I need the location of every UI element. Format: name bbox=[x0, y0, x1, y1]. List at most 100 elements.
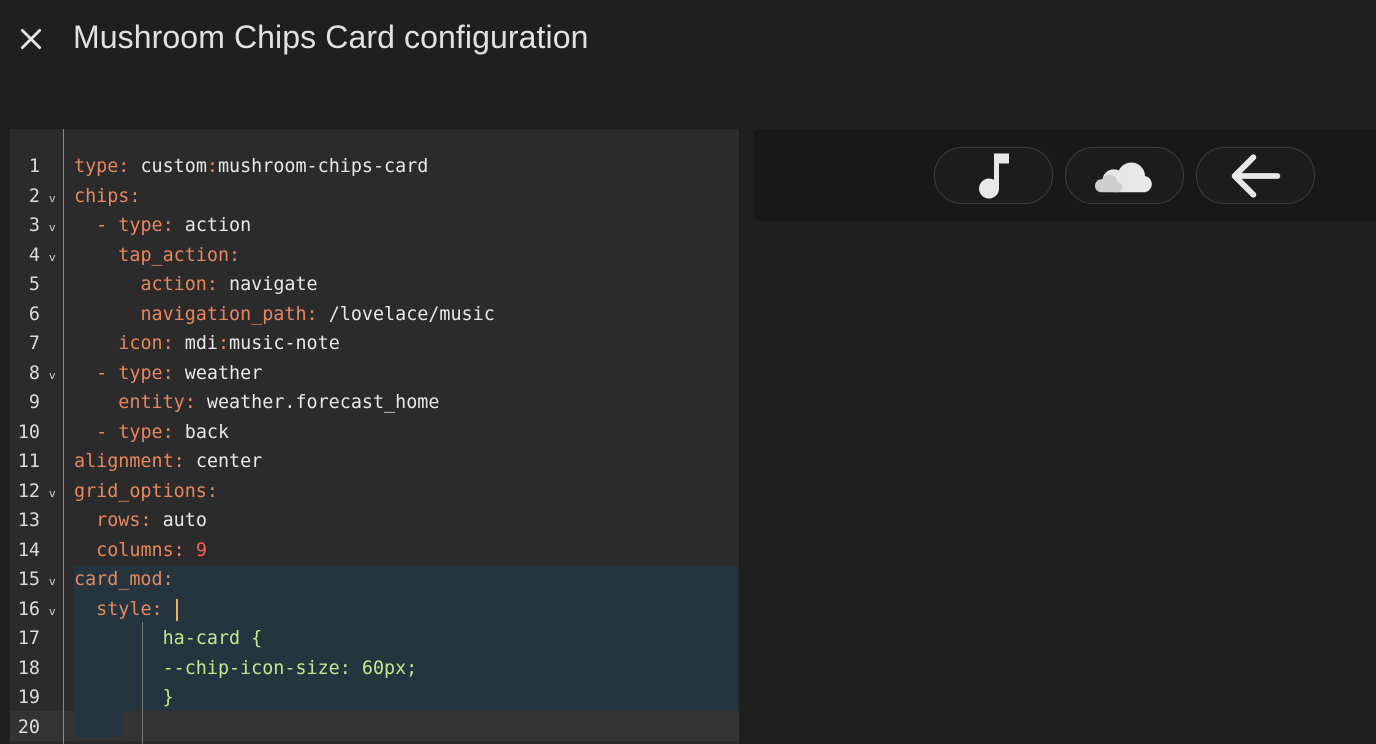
text-cursor bbox=[175, 598, 178, 621]
code-token: : bbox=[306, 303, 329, 325]
code-token: back bbox=[184, 421, 230, 443]
code-token: - bbox=[96, 215, 119, 236]
code-token: columns bbox=[96, 539, 174, 561]
fold-chevron-icon[interactable]: v bbox=[49, 192, 56, 206]
line-number: 19 bbox=[17, 687, 40, 708]
dialog-title: Mushroom Chips Card configuration bbox=[73, 19, 589, 55]
code-text: icon: mdi:music-note bbox=[74, 329, 340, 359]
code-token: entity bbox=[118, 392, 185, 413]
code-token: : bbox=[140, 510, 163, 531]
code-token: : bbox=[206, 480, 218, 502]
code-token: chips bbox=[74, 185, 130, 207]
cloud-icon bbox=[1094, 161, 1152, 192]
code-line[interactable]: 4v tap_action: bbox=[10, 241, 739, 271]
code-token: type bbox=[118, 215, 163, 236]
code-text: navigation_path: /lovelace/music bbox=[74, 300, 495, 330]
yaml-code-editor[interactable]: 1 type: custom:mushroom-chips-card 2 v chips… bbox=[10, 129, 739, 744]
code-token: : bbox=[184, 392, 207, 413]
code-line[interactable]: 13 rows: auto bbox=[10, 506, 739, 536]
code-token: action bbox=[140, 274, 207, 295]
line-number: 9 bbox=[28, 392, 40, 413]
code-token: : bbox=[162, 333, 185, 354]
code-line[interactable]: 17 ha-card { bbox=[10, 624, 739, 654]
line-number: 12 bbox=[17, 480, 40, 502]
code-token: navigation_path bbox=[140, 303, 307, 325]
back-chip[interactable] bbox=[1196, 147, 1315, 204]
code-text: chips: bbox=[74, 182, 140, 212]
music-note-icon bbox=[978, 153, 1009, 199]
code-token: : bbox=[206, 274, 230, 295]
arrow-left-icon bbox=[1231, 153, 1280, 198]
code-line[interactable]: 1 type: custom:mushroom-chips-card bbox=[10, 152, 739, 182]
fold-chevron-icon[interactable]: v bbox=[49, 487, 56, 501]
code-token: center bbox=[195, 451, 263, 472]
code-token: style bbox=[96, 598, 152, 620]
line-number: 2 bbox=[28, 185, 40, 207]
line-number: 18 bbox=[17, 657, 40, 679]
code-token: type bbox=[74, 156, 119, 177]
code-token: : bbox=[229, 244, 241, 266]
code-line[interactable]: 9 entity: weather.forecast_home bbox=[10, 388, 739, 418]
code-text: tap_action: bbox=[74, 241, 240, 271]
code-token: : bbox=[162, 215, 185, 236]
code-line[interactable]: 5 action: navigate bbox=[10, 270, 739, 300]
code-text: action: navigate bbox=[74, 270, 317, 300]
code-token: card_mod bbox=[74, 569, 163, 590]
code-text: ha-card { bbox=[74, 624, 263, 654]
code-text: grid_options: bbox=[74, 477, 218, 507]
code-line[interactable]: 10 - type: back bbox=[10, 418, 739, 448]
line-number: 13 bbox=[17, 510, 40, 531]
code-line[interactable]: 20 bbox=[10, 713, 739, 743]
fold-chevron-icon[interactable]: v bbox=[49, 221, 56, 235]
code-line[interactable]: 11 alignment: center bbox=[10, 447, 739, 477]
code-token: type bbox=[118, 362, 163, 384]
code-token: : bbox=[118, 156, 141, 177]
code-token: weather.forecast_home bbox=[206, 392, 440, 413]
code-line[interactable]: 2 v chips: bbox=[10, 182, 739, 212]
line-number: 8 bbox=[28, 362, 40, 384]
code-token: --chip-icon-size: 60px; bbox=[162, 657, 418, 679]
code-line[interactable]: 6 navigation_path: /lovelace/music bbox=[10, 300, 739, 330]
code-token: grid_options bbox=[74, 480, 207, 502]
code-token: : bbox=[129, 185, 141, 207]
code-text: - type: back bbox=[74, 418, 229, 448]
code-text: - type: weather bbox=[74, 359, 262, 389]
code-token: weather bbox=[184, 362, 263, 384]
code-token: mushroom-chips-card bbox=[217, 156, 429, 177]
card-preview bbox=[754, 129, 1376, 221]
code-text: card_mod: bbox=[74, 565, 174, 595]
fold-chevron-icon[interactable]: v bbox=[49, 369, 56, 383]
close-icon bbox=[20, 28, 42, 50]
code-token: - bbox=[96, 421, 119, 443]
code-line[interactable]: 7 icon: mdi:music-note bbox=[10, 329, 739, 359]
code-token: music-note bbox=[229, 333, 340, 354]
line-number: 6 bbox=[28, 303, 40, 325]
fold-chevron-icon[interactable]: v bbox=[49, 575, 56, 589]
code-line[interactable]: 14 columns: 9 bbox=[10, 536, 739, 566]
code-line[interactable]: 15 v card_mod: bbox=[10, 565, 739, 595]
line-number: 15 bbox=[17, 569, 40, 590]
code-text: columns: 9 bbox=[74, 536, 207, 566]
code-line[interactable]: 3v - type: action bbox=[10, 211, 739, 241]
line-number: 5 bbox=[28, 274, 40, 295]
code-token: : bbox=[162, 362, 185, 384]
line-number: 16 bbox=[17, 598, 40, 620]
code-text: --chip-icon-size: 60px; bbox=[74, 654, 418, 684]
dialog-header: Mushroom Chips Card configuration bbox=[0, 0, 1376, 129]
code-token: rows bbox=[96, 510, 141, 531]
code-line[interactable]: 19 } bbox=[10, 683, 739, 713]
code-text: - type: action bbox=[74, 211, 251, 241]
code-token: tap_action bbox=[118, 244, 230, 266]
fold-chevron-icon[interactable]: v bbox=[49, 605, 56, 619]
code-line[interactable]: 8v - type: weather bbox=[10, 359, 739, 389]
code-line[interactable]: 12 v grid_options: bbox=[10, 477, 739, 507]
code-token: /lovelace/music bbox=[328, 303, 495, 325]
close-button[interactable] bbox=[10, 18, 52, 60]
line-number: 17 bbox=[17, 628, 40, 649]
code-line[interactable]: 18 --chip-icon-size: 60px; bbox=[10, 654, 739, 684]
weather-chip[interactable] bbox=[1065, 147, 1184, 204]
fold-chevron-icon[interactable]: v bbox=[49, 251, 56, 265]
music-note-chip[interactable] bbox=[934, 147, 1053, 204]
line-number: 1 bbox=[28, 156, 40, 177]
code-line[interactable]: 16 v style: bbox=[10, 595, 739, 625]
